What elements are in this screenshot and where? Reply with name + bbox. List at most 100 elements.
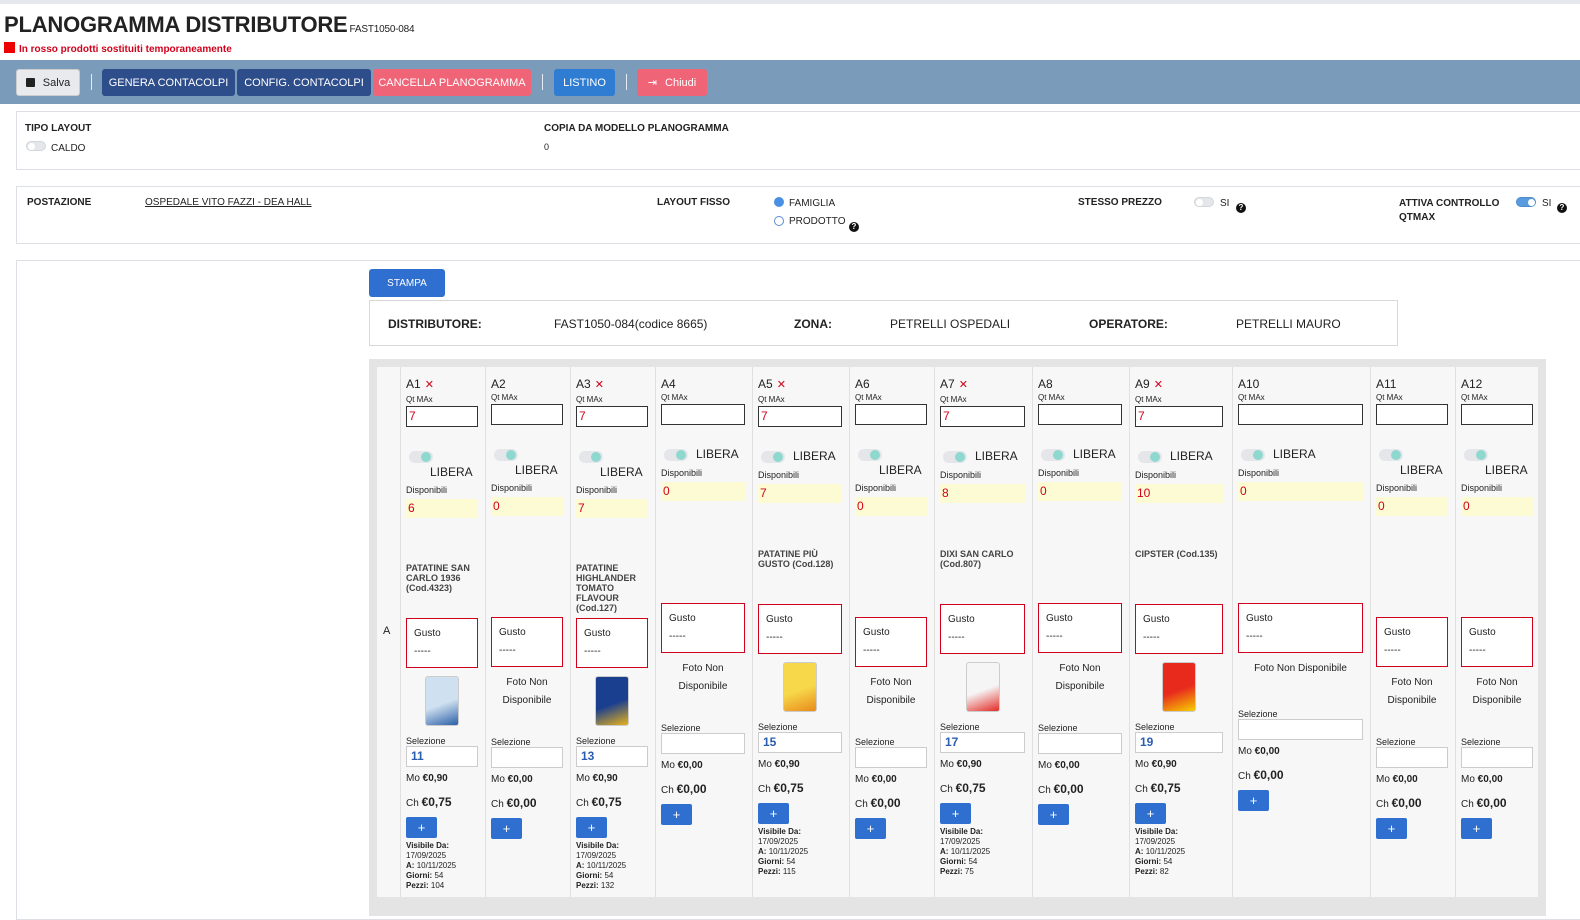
qt-max-input[interactable]	[491, 404, 563, 425]
add-button[interactable]: +	[758, 803, 789, 824]
foto-non-disponibile: Foto Non Disponibile	[1461, 674, 1533, 710]
add-button[interactable]: +	[1238, 790, 1269, 811]
qt-max-input[interactable]: 7	[940, 406, 1025, 427]
add-button[interactable]: +	[1038, 804, 1069, 825]
slot-name: A2	[491, 377, 506, 391]
add-button[interactable]: +	[491, 818, 522, 839]
add-button[interactable]: +	[1376, 818, 1407, 839]
disponibili-value: 8	[940, 484, 1025, 503]
help-icon[interactable]: ?	[1236, 203, 1246, 213]
selezione-input[interactable]: 17	[940, 732, 1025, 753]
attiva-controllo-toggle[interactable]	[1516, 197, 1536, 207]
save-button[interactable]: Salva	[16, 69, 80, 96]
listino-button[interactable]: LISTINO	[554, 69, 615, 96]
add-button[interactable]: +	[576, 817, 607, 838]
slot-label: A12	[1461, 377, 1483, 391]
gusto-box[interactable]: Gusto -----	[1038, 603, 1122, 653]
postazione-link[interactable]: OSPEDALE VITO FAZZI - DEA HALL	[145, 197, 312, 208]
qt-max-input[interactable]	[1238, 404, 1363, 425]
selezione-input[interactable]: 11	[406, 746, 478, 767]
gusto-box[interactable]: Gusto -----	[1135, 604, 1223, 654]
mo-value: €0,90	[774, 759, 800, 770]
genera-contacolpi-button[interactable]: GENERA CONTACOLPI	[102, 69, 235, 96]
slot-label: A8	[1038, 377, 1053, 391]
libera-toggle[interactable]	[1464, 449, 1488, 461]
selezione-input[interactable]	[1238, 719, 1363, 740]
remove-icon[interactable]: ✕	[777, 379, 786, 391]
qt-max-input[interactable]	[661, 404, 745, 425]
ch-value: €0,75	[955, 781, 986, 795]
libera-toggle[interactable]	[494, 449, 518, 461]
selezione-input[interactable]	[1461, 747, 1533, 768]
foto-non-disponibile: Foto Non Disponibile	[491, 674, 563, 710]
gusto-box[interactable]: Gusto -----	[406, 618, 478, 668]
libera-toggle[interactable]	[858, 449, 882, 461]
selezione-input[interactable]	[661, 733, 745, 754]
remove-icon[interactable]: ✕	[425, 379, 434, 391]
gusto-box[interactable]: Gusto -----	[758, 604, 842, 654]
remove-icon[interactable]: ✕	[595, 379, 604, 391]
add-button[interactable]: +	[406, 817, 437, 838]
selezione-input[interactable]: 13	[576, 746, 648, 767]
selezione-input[interactable]	[491, 747, 563, 768]
remove-icon[interactable]: ✕	[1154, 379, 1163, 391]
stampa-button[interactable]: STAMPA	[369, 269, 445, 297]
add-button[interactable]: +	[1135, 803, 1166, 824]
qt-max-input[interactable]	[1038, 404, 1122, 425]
ch-value: €0,00	[1476, 796, 1507, 810]
libera-toggle[interactable]	[1379, 449, 1403, 461]
caldo-toggle[interactable]	[26, 141, 46, 151]
gusto-box[interactable]: Gusto -----	[576, 618, 648, 668]
slot-a6: A6 Qt MAx LIBERA Disponibili 0 Gusto ----- Foto…	[849, 367, 934, 897]
config-contacolpi-button[interactable]: CONFIG. CONTACOLPI	[237, 69, 371, 96]
help-icon[interactable]: ?	[849, 222, 859, 232]
libera-toggle[interactable]	[1138, 451, 1162, 463]
chiudi-button[interactable]: ⇥ Chiudi	[637, 69, 707, 96]
remove-icon[interactable]: ✕	[959, 379, 968, 391]
slot-a4: A4 Qt MAx LIBERA Disponibili 0 Gusto ----- Foto…	[655, 367, 752, 897]
libera-toggle[interactable]	[664, 449, 688, 461]
qt-max-input[interactable]: 7	[758, 406, 842, 427]
product-image	[595, 676, 629, 726]
gusto-box[interactable]: Gusto -----	[661, 603, 745, 653]
gusto-box[interactable]: Gusto -----	[1238, 603, 1363, 653]
selezione-input[interactable]: 19	[1135, 732, 1223, 753]
famiglia-radio[interactable]	[774, 197, 784, 207]
libera-toggle[interactable]	[579, 451, 603, 463]
product-name: PATATINE HIGHLANDER TOMATO FLAVOUR (Cod.…	[576, 563, 636, 613]
selezione-input[interactable]	[1038, 733, 1122, 754]
qt-max-input[interactable]: 7	[576, 406, 648, 427]
qt-max-input[interactable]	[1376, 404, 1448, 425]
stesso-prezzo-toggle[interactable]	[1194, 197, 1214, 207]
prodotto-radio[interactable]	[774, 216, 784, 226]
libera-toggle[interactable]	[409, 451, 433, 463]
gusto-box[interactable]: Gusto -----	[1376, 617, 1448, 667]
add-button[interactable]: +	[661, 804, 692, 825]
selezione-input[interactable]	[1376, 747, 1448, 768]
selezione-input[interactable]	[855, 747, 927, 768]
cancella-planogramma-button[interactable]: CANCELLA PLANOGRAMMA	[373, 69, 531, 96]
libera-toggle[interactable]	[1241, 449, 1265, 461]
help-icon[interactable]: ?	[1557, 203, 1567, 213]
selezione-input[interactable]: 15	[758, 732, 842, 753]
selezione-label: Selezione	[491, 737, 531, 747]
qt-max-input[interactable]: 7	[406, 406, 478, 427]
add-button[interactable]: +	[1461, 818, 1492, 839]
gusto-box[interactable]: Gusto -----	[1461, 617, 1533, 667]
disponibili-label: Disponibili	[758, 470, 800, 480]
libera-toggle[interactable]	[943, 451, 967, 463]
libera-toggle[interactable]	[1041, 449, 1065, 461]
libera-label: LIBERA	[793, 449, 836, 463]
qt-max-input[interactable]	[1461, 404, 1533, 425]
qt-max-input[interactable]	[855, 404, 927, 425]
add-button[interactable]: +	[855, 818, 886, 839]
gusto-box[interactable]: Gusto -----	[491, 617, 563, 667]
gusto-box[interactable]: Gusto -----	[855, 617, 927, 667]
copia-modello-value[interactable]: 0	[544, 142, 549, 152]
libera-toggle[interactable]	[761, 451, 785, 463]
qt-max-input[interactable]: 7	[1135, 406, 1223, 427]
ch-price: Ch €0,00	[855, 796, 901, 810]
gusto-value: -----	[1143, 632, 1160, 643]
add-button[interactable]: +	[940, 803, 971, 824]
gusto-box[interactable]: Gusto -----	[940, 604, 1025, 654]
